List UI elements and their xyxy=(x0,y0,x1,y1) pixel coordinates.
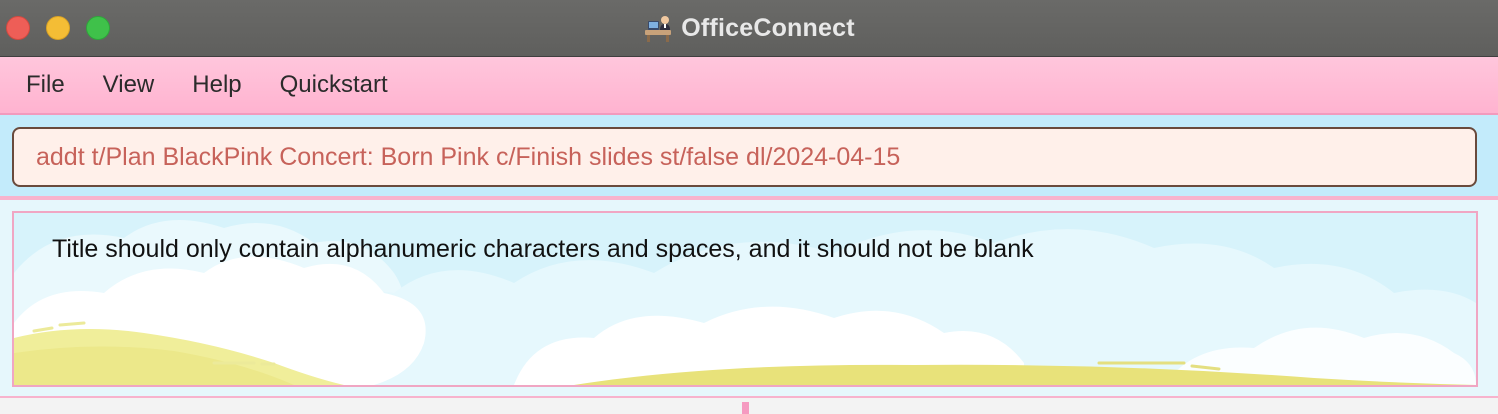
command-input[interactable]: addt t/Plan BlackPink Concert: Born Pink… xyxy=(12,127,1477,187)
status-bar xyxy=(0,396,1498,414)
menu-quickstart[interactable]: Quickstart xyxy=(280,71,388,99)
window-title-group: OfficeConnect xyxy=(0,10,1498,46)
result-display: Title should only contain alphanumeric c… xyxy=(12,211,1478,387)
menu-bar: File View Help Quickstart xyxy=(0,57,1498,115)
office-worker-icon xyxy=(643,13,673,43)
status-divider xyxy=(742,402,749,414)
command-area: addt t/Plan BlackPink Concert: Born Pink… xyxy=(0,115,1498,197)
command-input-text: addt t/Plan BlackPink Concert: Born Pink… xyxy=(36,142,901,171)
menu-file[interactable]: File xyxy=(26,71,65,99)
result-message: Title should only contain alphanumeric c… xyxy=(52,235,1034,263)
result-area: Title should only contain alphanumeric c… xyxy=(0,200,1498,396)
app-window: OfficeConnect File View Help Quickstart … xyxy=(0,0,1498,414)
title-bar[interactable]: OfficeConnect xyxy=(0,0,1498,57)
menu-help[interactable]: Help xyxy=(192,71,241,99)
menu-view[interactable]: View xyxy=(103,71,155,99)
window-title: OfficeConnect xyxy=(681,13,855,42)
